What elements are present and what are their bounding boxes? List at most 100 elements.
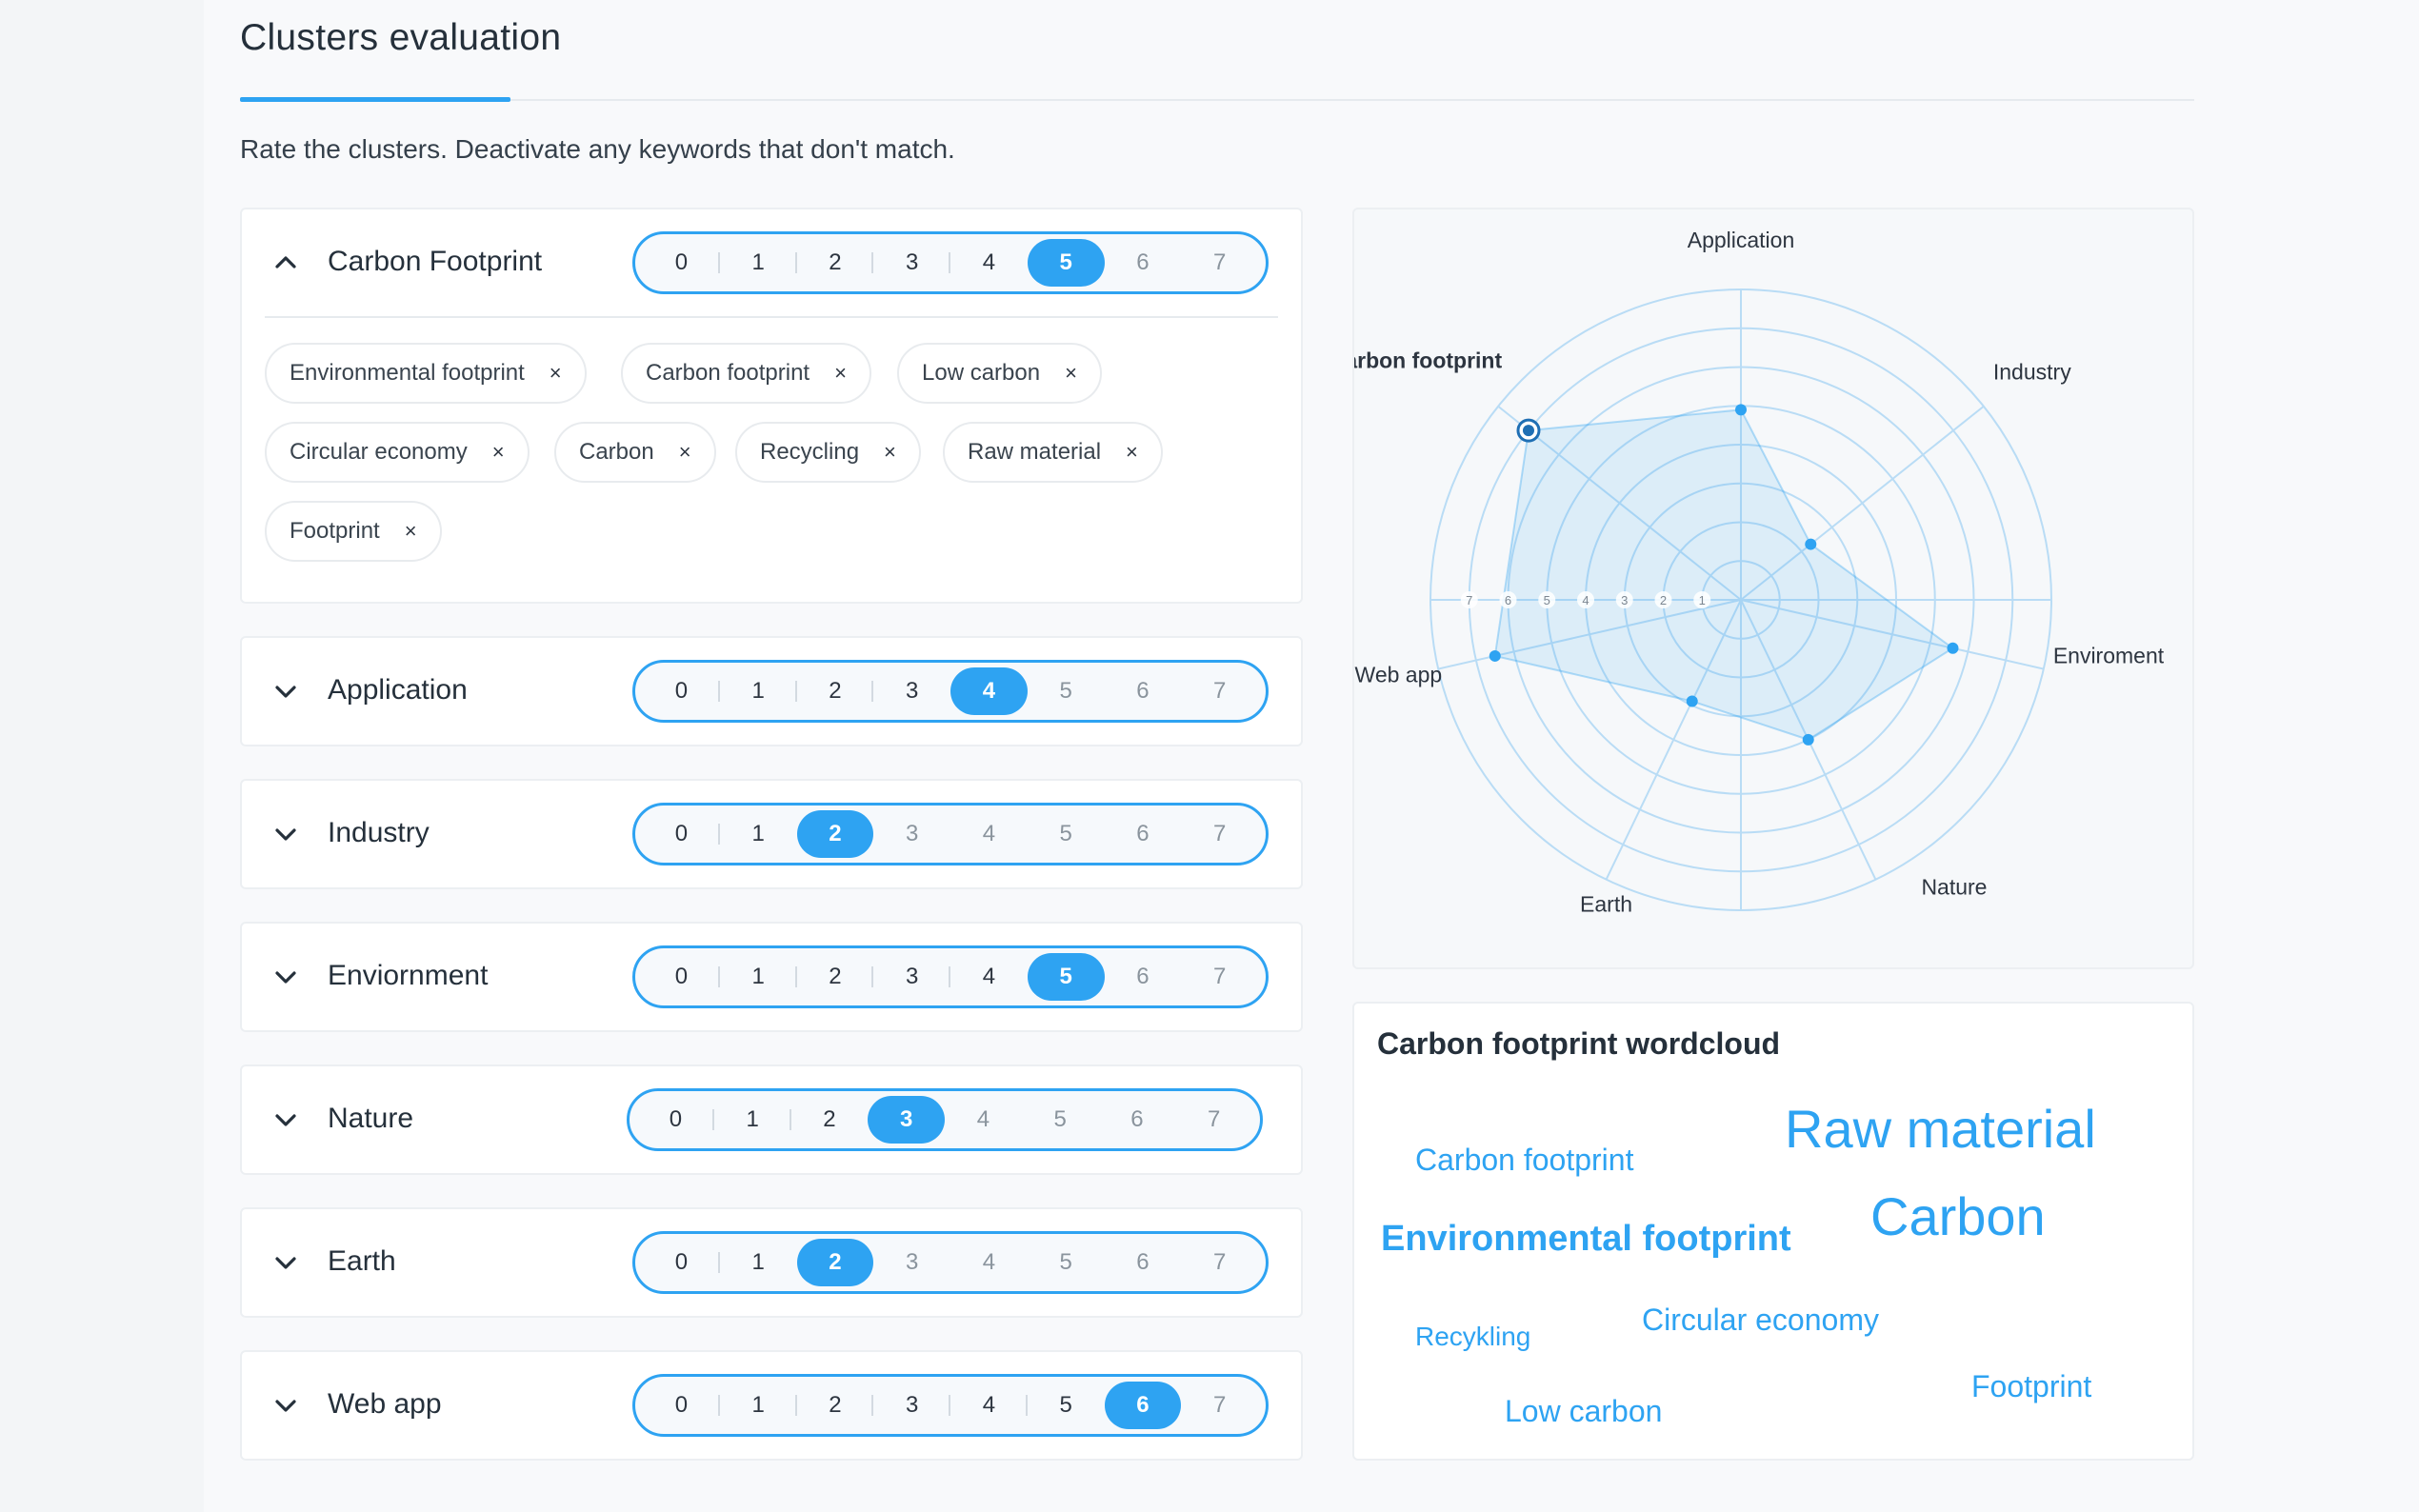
rating-option-1[interactable]: 1 [714,1096,791,1144]
rating-option-1[interactable]: 1 [720,953,797,1001]
chevron-up-icon[interactable] [274,251,297,274]
rating-option-3[interactable]: 3 [868,1096,945,1144]
rating-option-5[interactable]: 5 [1022,1096,1099,1144]
radar-tick-label: 1 [1699,593,1706,607]
rating-option-7[interactable]: 7 [1181,667,1258,715]
rating-option-4[interactable]: 4 [945,1096,1022,1144]
cluster-header[interactable]: Web app 0 1 2 3 4 5 6 7 [242,1352,1301,1459]
cluster-header[interactable]: Earth 0 1 2 3 4 5 6 7 [242,1209,1301,1316]
close-icon[interactable]: × [405,519,417,544]
rating-option-6[interactable]: 6 [1099,1096,1176,1144]
keyword-label: Raw material [968,439,1102,465]
rating-option-0[interactable]: 0 [643,667,720,715]
rating-option-3[interactable]: 3 [873,1239,950,1286]
rating-option-2[interactable]: 2 [797,953,874,1001]
cluster-name: Nature [328,1103,414,1134]
rating-option-2[interactable]: 2 [796,1239,874,1286]
cluster-header[interactable]: Enviornment 0 1 2 3 4 5 6 7 [242,924,1301,1030]
keyword-chip: Environmental footprint × [265,343,587,404]
wordcloud-word: Carbon footprint [1415,1143,1634,1177]
rating-option-7[interactable]: 7 [1181,1239,1258,1286]
rating-option-4[interactable]: 4 [950,810,1028,858]
rating-option-6[interactable]: 6 [1105,953,1182,1001]
close-icon[interactable]: × [1065,361,1077,386]
chevron-down-icon[interactable] [274,1251,297,1274]
rating-option-7[interactable]: 7 [1181,239,1258,287]
close-icon[interactable]: × [492,440,505,465]
rating-option-5[interactable]: 5 [1027,953,1105,1001]
rating-option-4[interactable]: 4 [950,239,1028,287]
rating-option-0[interactable]: 0 [643,1382,720,1429]
rating-option-4[interactable]: 4 [950,667,1028,715]
rating-option-2[interactable]: 2 [796,810,874,858]
radar-tick-label: 5 [1544,593,1550,607]
chevron-down-icon[interactable] [274,1394,297,1417]
cluster-header[interactable]: Nature 0 1 2 3 4 5 6 7 [242,1066,1301,1173]
rating-option-0[interactable]: 0 [637,1096,714,1144]
rating-option-0[interactable]: 0 [643,953,720,1001]
close-icon[interactable]: × [679,440,691,465]
wordcloud-word: Raw material [1785,1099,2096,1159]
rating-selector: 01234567 [632,945,1269,1008]
close-icon[interactable]: × [884,440,896,465]
rating-option-3[interactable]: 3 [873,953,950,1001]
cluster-header[interactable]: Carbon Footprint 0 1 2 3 4 5 6 7 [242,209,1301,316]
rating-option-4[interactable]: 4 [950,953,1028,1001]
rating-option-3[interactable]: 3 [873,667,950,715]
rating-option-4[interactable]: 4 [950,1382,1028,1429]
chevron-down-icon[interactable] [274,1108,297,1131]
rating-option-1[interactable]: 1 [720,810,797,858]
cluster-header[interactable]: Industry 0 1 2 3 4 5 6 7 [242,781,1301,887]
rating-selector: 01234567 [627,1088,1263,1151]
radar-axis-label: Web app [1355,663,1443,687]
radar-point [1686,695,1698,707]
rating-option-1[interactable]: 1 [720,1382,797,1429]
chevron-down-icon[interactable] [274,680,297,703]
rating-option-3[interactable]: 3 [873,239,950,287]
rating-option-2[interactable]: 2 [797,1382,874,1429]
rating-option-7[interactable]: 7 [1181,1382,1258,1429]
rating-option-0[interactable]: 0 [643,239,720,287]
rating-option-6[interactable]: 6 [1105,667,1182,715]
rating-option-7[interactable]: 7 [1181,810,1258,858]
cluster-name: Carbon Footprint [328,246,543,277]
keyword-chip: Footprint × [265,501,442,562]
rating-option-5[interactable]: 5 [1027,239,1105,287]
rating-selector: 01234567 [632,231,1269,294]
rating-selector: 01234567 [632,660,1269,723]
rating-option-2[interactable]: 2 [791,1096,869,1144]
rating-option-2[interactable]: 2 [797,667,874,715]
radar-tick-label: 4 [1582,593,1589,607]
rating-option-7[interactable]: 7 [1181,953,1258,1001]
rating-option-1[interactable]: 1 [720,667,797,715]
rating-option-2[interactable]: 2 [797,239,874,287]
rating-option-6[interactable]: 6 [1105,239,1182,287]
keyword-chip: Carbon footprint × [621,343,871,404]
wordcloud-title: Carbon footprint wordcloud [1377,1026,1781,1061]
rating-option-4[interactable]: 4 [950,1239,1028,1286]
cluster-header[interactable]: Application 0 1 2 3 4 5 6 7 [242,638,1301,745]
close-icon[interactable]: × [834,361,847,386]
close-icon[interactable]: × [1126,440,1138,465]
chevron-down-icon[interactable] [274,823,297,846]
rating-option-5[interactable]: 5 [1028,667,1105,715]
close-icon[interactable]: × [550,361,562,386]
rating-option-3[interactable]: 3 [873,1382,950,1429]
rating-option-6[interactable]: 6 [1104,1382,1182,1429]
rating-option-7[interactable]: 7 [1175,1096,1252,1144]
keyword-label: Carbon footprint [646,360,810,386]
rating-option-1[interactable]: 1 [720,239,797,287]
cluster-card-application: Application 0 1 2 3 4 5 6 7 [240,636,1303,746]
radar-point [1805,538,1817,550]
rating-option-5[interactable]: 5 [1028,1239,1105,1286]
rating-option-1[interactable]: 1 [720,1239,797,1286]
rating-option-5[interactable]: 5 [1028,810,1105,858]
rating-option-0[interactable]: 0 [643,1239,720,1286]
rating-option-6[interactable]: 6 [1105,810,1182,858]
radar-tick-label: 6 [1505,593,1511,607]
rating-option-6[interactable]: 6 [1105,1239,1182,1286]
rating-option-5[interactable]: 5 [1028,1382,1105,1429]
chevron-down-icon[interactable] [274,965,297,988]
rating-option-0[interactable]: 0 [643,810,720,858]
rating-option-3[interactable]: 3 [873,810,950,858]
